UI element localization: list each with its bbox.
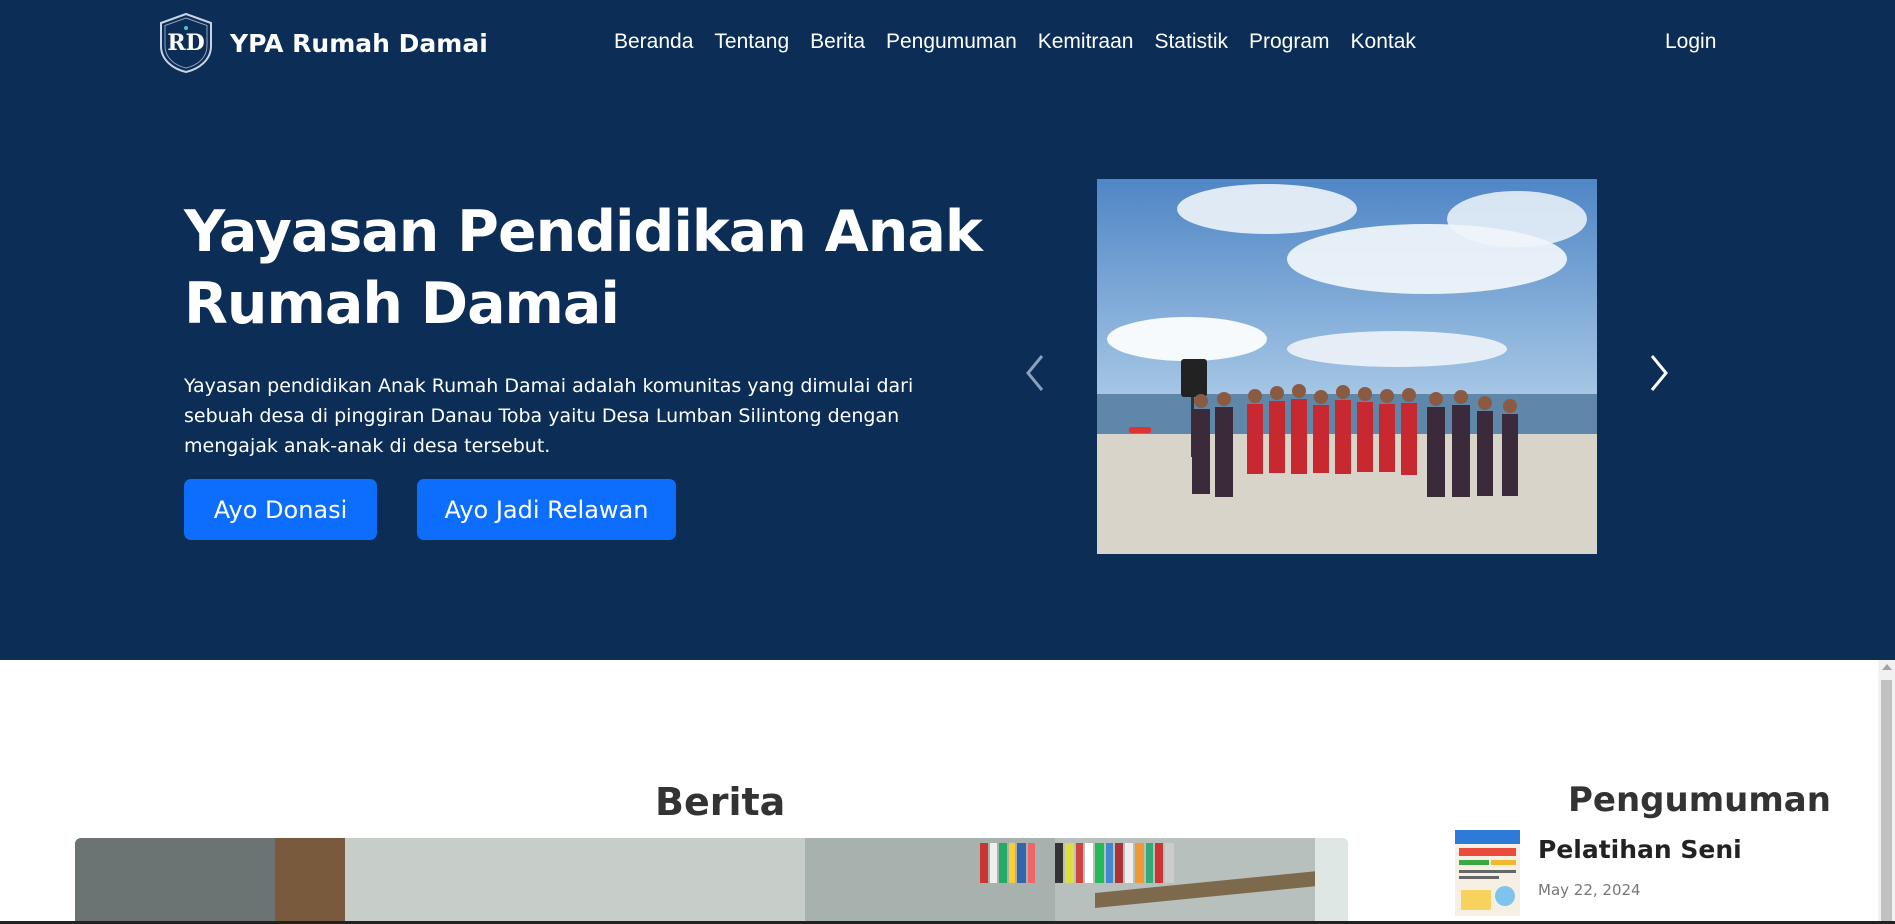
nav-item-beranda[interactable]: Beranda bbox=[614, 30, 693, 54]
pengumuman-heading: Pengumuman bbox=[1568, 780, 1831, 820]
donate-button[interactable]: Ayo Donasi bbox=[184, 479, 377, 540]
svg-text:RD: RD bbox=[167, 30, 204, 56]
brand[interactable]: RD YPA Rumah Damai bbox=[158, 12, 488, 74]
pengumuman-item-date: May 22, 2024 bbox=[1538, 881, 1641, 899]
carousel-photo bbox=[1097, 179, 1597, 554]
poster-art bbox=[1455, 830, 1520, 916]
scrollbar-thumb[interactable] bbox=[1881, 680, 1892, 924]
login-link[interactable]: Login bbox=[1665, 30, 1716, 54]
nav-item-pengumuman[interactable]: Pengumuman bbox=[886, 30, 1017, 54]
nav-item-kontak[interactable]: Kontak bbox=[1351, 30, 1416, 54]
brand-name: YPA Rumah Damai bbox=[230, 28, 488, 58]
nav-item-statistik[interactable]: Statistik bbox=[1154, 30, 1228, 54]
hero-description: Yayasan pendidikan Anak Rumah Damai adal… bbox=[184, 375, 914, 457]
nav-item-berita[interactable]: Berita bbox=[810, 30, 865, 54]
chevron-left-icon[interactable] bbox=[1020, 348, 1050, 398]
pengumuman-item-title[interactable]: Pelatihan Seni bbox=[1538, 835, 1742, 864]
nav-item-kemitraan[interactable]: Kemitraan bbox=[1038, 30, 1134, 54]
berita-heading: Berita bbox=[655, 780, 786, 824]
pengumuman-thumbnail[interactable] bbox=[1455, 830, 1520, 916]
hero-section: Yayasan Pendidikan Anak Rumah Damai Yaya… bbox=[0, 86, 1895, 660]
nav-links: Beranda Tentang Berita Pengumuman Kemitr… bbox=[614, 30, 1437, 54]
berita-image-art bbox=[75, 838, 1348, 924]
nav-item-tentang[interactable]: Tentang bbox=[714, 30, 789, 54]
berita-featured-image[interactable] bbox=[75, 838, 1348, 924]
page-scrollbar[interactable] bbox=[1878, 660, 1895, 924]
hero-title: Yayasan Pendidikan Anak Rumah Damai bbox=[184, 199, 983, 337]
scroll-up-icon[interactable] bbox=[1882, 664, 1892, 670]
rd-shield-logo-icon: RD bbox=[160, 12, 212, 74]
nav-item-program[interactable]: Program bbox=[1249, 30, 1330, 54]
carousel-photo-art bbox=[1097, 179, 1597, 554]
chevron-right-icon[interactable] bbox=[1644, 348, 1674, 398]
volunteer-button[interactable]: Ayo Jadi Relawan bbox=[417, 479, 676, 540]
navbar: RD YPA Rumah Damai Beranda Tentang Berit… bbox=[0, 0, 1895, 86]
